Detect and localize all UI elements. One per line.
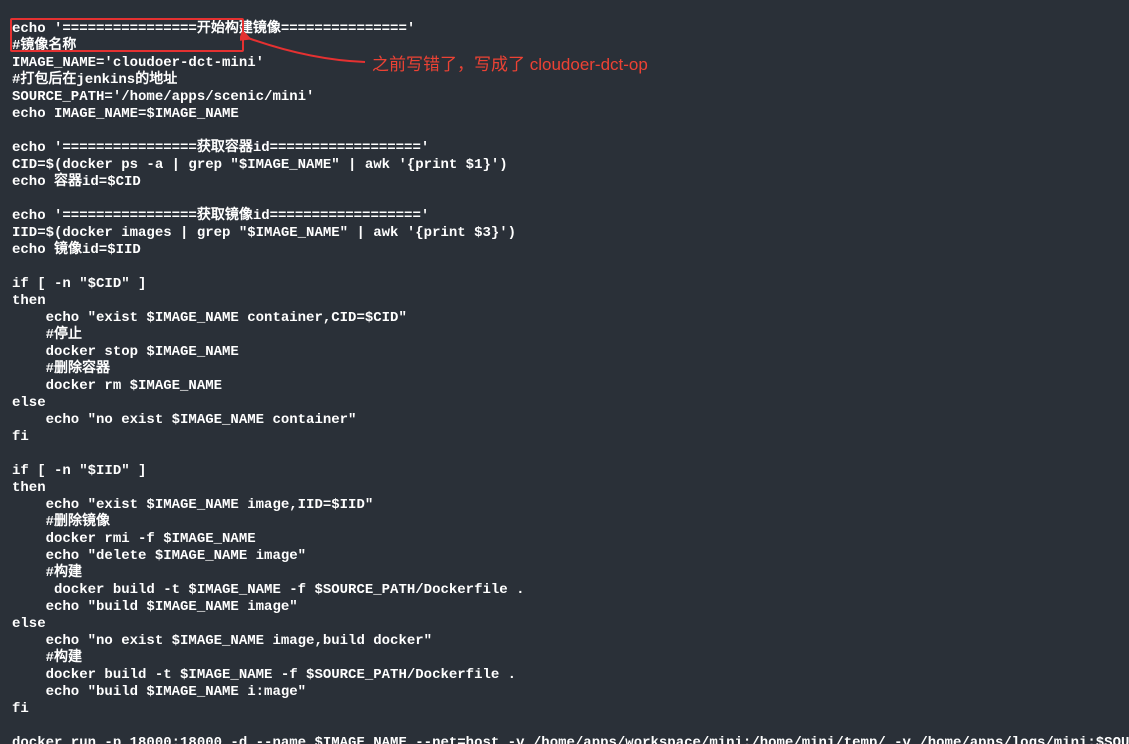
code-line: docker rmi -f $IMAGE_NAME <box>12 531 256 547</box>
code-line: CID=$(docker ps -a | grep "$IMAGE_NAME" … <box>12 157 508 173</box>
code-line: else <box>12 395 46 411</box>
code-line: echo "no exist $IMAGE_NAME image,build d… <box>12 633 432 649</box>
code-line: fi <box>12 701 29 717</box>
code-line: #删除镜像 <box>12 514 110 530</box>
code-line: #镜像名称 <box>12 38 76 54</box>
code-line: if [ -n "$CID" ] <box>12 276 146 292</box>
code-line: echo '================开始构建镜像============… <box>12 21 415 37</box>
code-line: IID=$(docker images | grep "$IMAGE_NAME"… <box>12 225 516 241</box>
code-line: echo '================获取镜像id============… <box>12 208 429 224</box>
code-line: #构建 <box>12 650 82 666</box>
code-line: echo "exist $IMAGE_NAME image,IID=$IID" <box>12 497 373 513</box>
code-line: echo '================获取容器id============… <box>12 140 429 156</box>
code-line: fi <box>12 429 29 445</box>
code-line: echo "exist $IMAGE_NAME container,CID=$C… <box>12 310 407 326</box>
code-line: else <box>12 616 46 632</box>
code-line: then <box>12 480 46 496</box>
shell-script-code: echo '================开始构建镜像============… <box>0 0 1129 744</box>
code-line: #停止 <box>12 327 82 343</box>
code-line: docker run -p 18000:18000 -d --name $IMA… <box>12 735 1129 744</box>
code-line: docker rm $IMAGE_NAME <box>12 378 222 394</box>
code-line: echo IMAGE_NAME=$IMAGE_NAME <box>12 106 239 122</box>
code-line: #构建 <box>12 565 82 581</box>
code-line: echo 镜像id=$IID <box>12 242 141 258</box>
code-line: if [ -n "$IID" ] <box>12 463 146 479</box>
code-line: docker build -t $IMAGE_NAME -f $SOURCE_P… <box>12 582 524 598</box>
code-line: echo "build $IMAGE_NAME image" <box>12 599 298 615</box>
code-line: echo "no exist $IMAGE_NAME container" <box>12 412 356 428</box>
code-line: SOURCE_PATH='/home/apps/scenic/mini' <box>12 89 314 105</box>
code-line: #打包后在jenkins的地址 <box>12 72 177 88</box>
code-line: echo "build $IMAGE_NAME i:mage" <box>12 684 306 700</box>
code-line: #删除容器 <box>12 361 110 377</box>
code-line: then <box>12 293 46 309</box>
code-line: docker stop $IMAGE_NAME <box>12 344 239 360</box>
code-line: echo "delete $IMAGE_NAME image" <box>12 548 306 564</box>
code-line: echo 容器id=$CID <box>12 174 141 190</box>
code-line: IMAGE_NAME='cloudoer-dct-mini' <box>12 55 264 71</box>
code-line: docker build -t $IMAGE_NAME -f $SOURCE_P… <box>12 667 516 683</box>
